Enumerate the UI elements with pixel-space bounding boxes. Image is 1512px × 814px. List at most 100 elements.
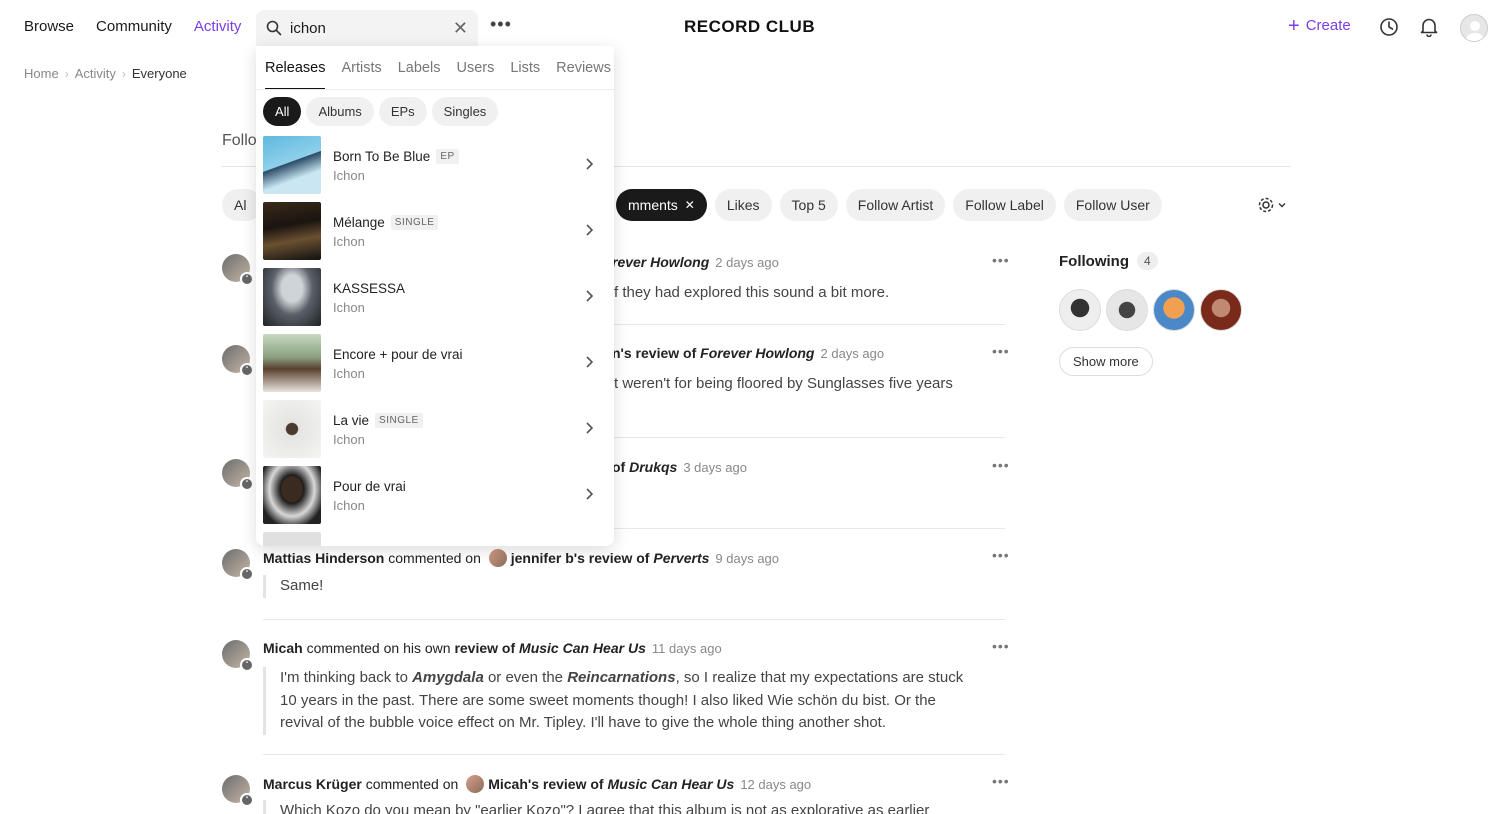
review-link[interactable]: 's review of [528, 776, 604, 792]
album-mention[interactable]: Reincarnations [567, 669, 675, 686]
filter-likes[interactable]: Likes [714, 189, 772, 221]
release-type-badge: SINGLE [375, 413, 423, 428]
breadcrumb-home[interactable]: Home [24, 66, 59, 81]
settings-dropdown[interactable] [1257, 196, 1287, 214]
result-item-partial[interactable] [256, 531, 614, 546]
album-link[interactable]: Drukqs [629, 459, 677, 475]
result-item[interactable]: La vie SINGLE Ichon [256, 399, 614, 465]
timestamp: 2 days ago [820, 346, 885, 361]
timestamp: 11 days ago [651, 641, 722, 656]
create-label: Create [1305, 17, 1351, 34]
avatar[interactable]: “ [222, 549, 254, 581]
album-cover [263, 136, 321, 194]
album-cover [263, 334, 321, 392]
more-options-icon[interactable]: ••• [992, 252, 1010, 268]
chevron-right-icon [586, 488, 594, 500]
create-button[interactable]: + Create [1288, 14, 1351, 37]
more-options-icon[interactable]: ••• [992, 457, 1010, 473]
release-title: Pour de vrai [333, 479, 406, 494]
tab-users[interactable]: Users [456, 60, 494, 90]
avatar[interactable] [1106, 289, 1148, 331]
tab-lists[interactable]: Lists [510, 60, 540, 90]
result-item[interactable]: Born To Be Blue EP Ichon [256, 135, 614, 201]
following-count: 4 [1136, 252, 1158, 270]
album-link[interactable]: Music Can Hear Us [607, 776, 734, 792]
filter-albums[interactable]: Albums [306, 97, 374, 126]
tab-artists[interactable]: Artists [341, 60, 381, 90]
result-item[interactable]: KASSESSA Ichon [256, 267, 614, 333]
avatar[interactable]: “ [222, 775, 254, 807]
comment-line: I'm thinking back to Amygdala or even th… [280, 667, 983, 690]
result-artist: Ichon [333, 168, 365, 183]
quote-icon: “ [240, 658, 254, 672]
avatar[interactable] [488, 549, 507, 567]
tab-labels[interactable]: Labels [398, 60, 441, 90]
album-link[interactable]: Music Can Hear Us [519, 640, 646, 656]
album-link[interactable]: Perverts [653, 550, 709, 566]
user-link[interactable]: Marcus Krüger [263, 776, 362, 792]
avatar[interactable]: “ [222, 640, 254, 672]
user-link[interactable]: Micah [263, 640, 303, 656]
user-link[interactable]: Micah [488, 776, 528, 792]
avatar[interactable]: “ [222, 254, 254, 286]
tab-reviews[interactable]: Reviews [556, 60, 611, 90]
nav-community[interactable]: Community [96, 18, 172, 35]
review-link[interactable]: n's review of [612, 345, 696, 361]
filter-singles[interactable]: Singles [431, 97, 499, 126]
user-avatar[interactable] [1460, 14, 1488, 42]
avatar[interactable] [1200, 289, 1242, 331]
avatar[interactable] [1153, 289, 1195, 331]
text-segment: or even the [483, 669, 568, 686]
avatar[interactable] [466, 775, 485, 793]
release-title: Born To Be Blue [333, 149, 431, 164]
filter-comments[interactable]: mments ✕ [616, 189, 707, 221]
result-artist: Ichon [333, 366, 365, 381]
following-avatars [1059, 289, 1242, 331]
close-icon[interactable]: ✕ [685, 198, 695, 212]
album-mention[interactable]: Amygdala [412, 669, 484, 686]
filter-follow-label[interactable]: Follow Label [953, 189, 1056, 221]
comment-text: Same! [263, 575, 983, 598]
result-item[interactable]: Mélange SINGLE Ichon [256, 201, 614, 267]
nav-activity[interactable]: Activity [194, 18, 242, 35]
more-options-icon[interactable]: ••• [490, 14, 512, 35]
user-link[interactable]: Mattias Hinderson [263, 550, 384, 566]
clear-search-icon[interactable]: ✕ [453, 18, 468, 39]
result-item[interactable]: Encore + pour de vrai Ichon [256, 333, 614, 399]
site-logo[interactable]: RECORD CLUB [684, 17, 815, 37]
breadcrumb-current: Everyone [131, 66, 187, 81]
show-more-button[interactable]: Show more [1059, 347, 1153, 376]
more-options-icon[interactable]: ••• [992, 638, 1010, 654]
result-item[interactable]: Pour de vrai Ichon [256, 465, 614, 531]
quote-icon: “ [240, 363, 254, 377]
filter-eps[interactable]: EPs [378, 97, 427, 126]
plus-icon: + [1288, 14, 1300, 37]
review-link[interactable]: 's review of [574, 550, 650, 566]
more-options-icon[interactable]: ••• [992, 343, 1010, 359]
avatar[interactable] [1059, 289, 1101, 331]
filter-all-releases[interactable]: All [263, 97, 302, 126]
release-type-badge: EP [436, 149, 459, 164]
search-input[interactable] [290, 19, 440, 37]
filter-top5[interactable]: Top 5 [779, 189, 838, 221]
result-artist: Ichon [333, 498, 365, 513]
result-title: Encore + pour de vrai [333, 347, 462, 362]
gear-icon [1258, 197, 1274, 213]
more-options-icon[interactable]: ••• [992, 547, 1010, 563]
tab-releases[interactable]: Releases [265, 60, 326, 90]
bell-icon[interactable] [1420, 17, 1438, 37]
more-options-icon[interactable]: ••• [992, 773, 1010, 789]
album-link[interactable]: rever Howlong [612, 254, 709, 270]
timestamp: 9 days ago [715, 551, 780, 566]
filter-follow-artist[interactable]: Follow Artist [845, 189, 946, 221]
quote-icon: “ [240, 477, 254, 491]
avatar[interactable]: “ [222, 459, 254, 491]
filter-follow-user[interactable]: Follow User [1063, 189, 1162, 221]
nav-browse[interactable]: Browse [24, 18, 74, 35]
avatar[interactable]: “ [222, 345, 254, 377]
album-link[interactable]: Forever Howlong [700, 345, 814, 361]
review-link[interactable]: review of [454, 640, 515, 656]
history-icon[interactable] [1379, 17, 1399, 37]
breadcrumb-activity[interactable]: Activity [75, 66, 116, 81]
user-link[interactable]: jennifer b [511, 550, 574, 566]
